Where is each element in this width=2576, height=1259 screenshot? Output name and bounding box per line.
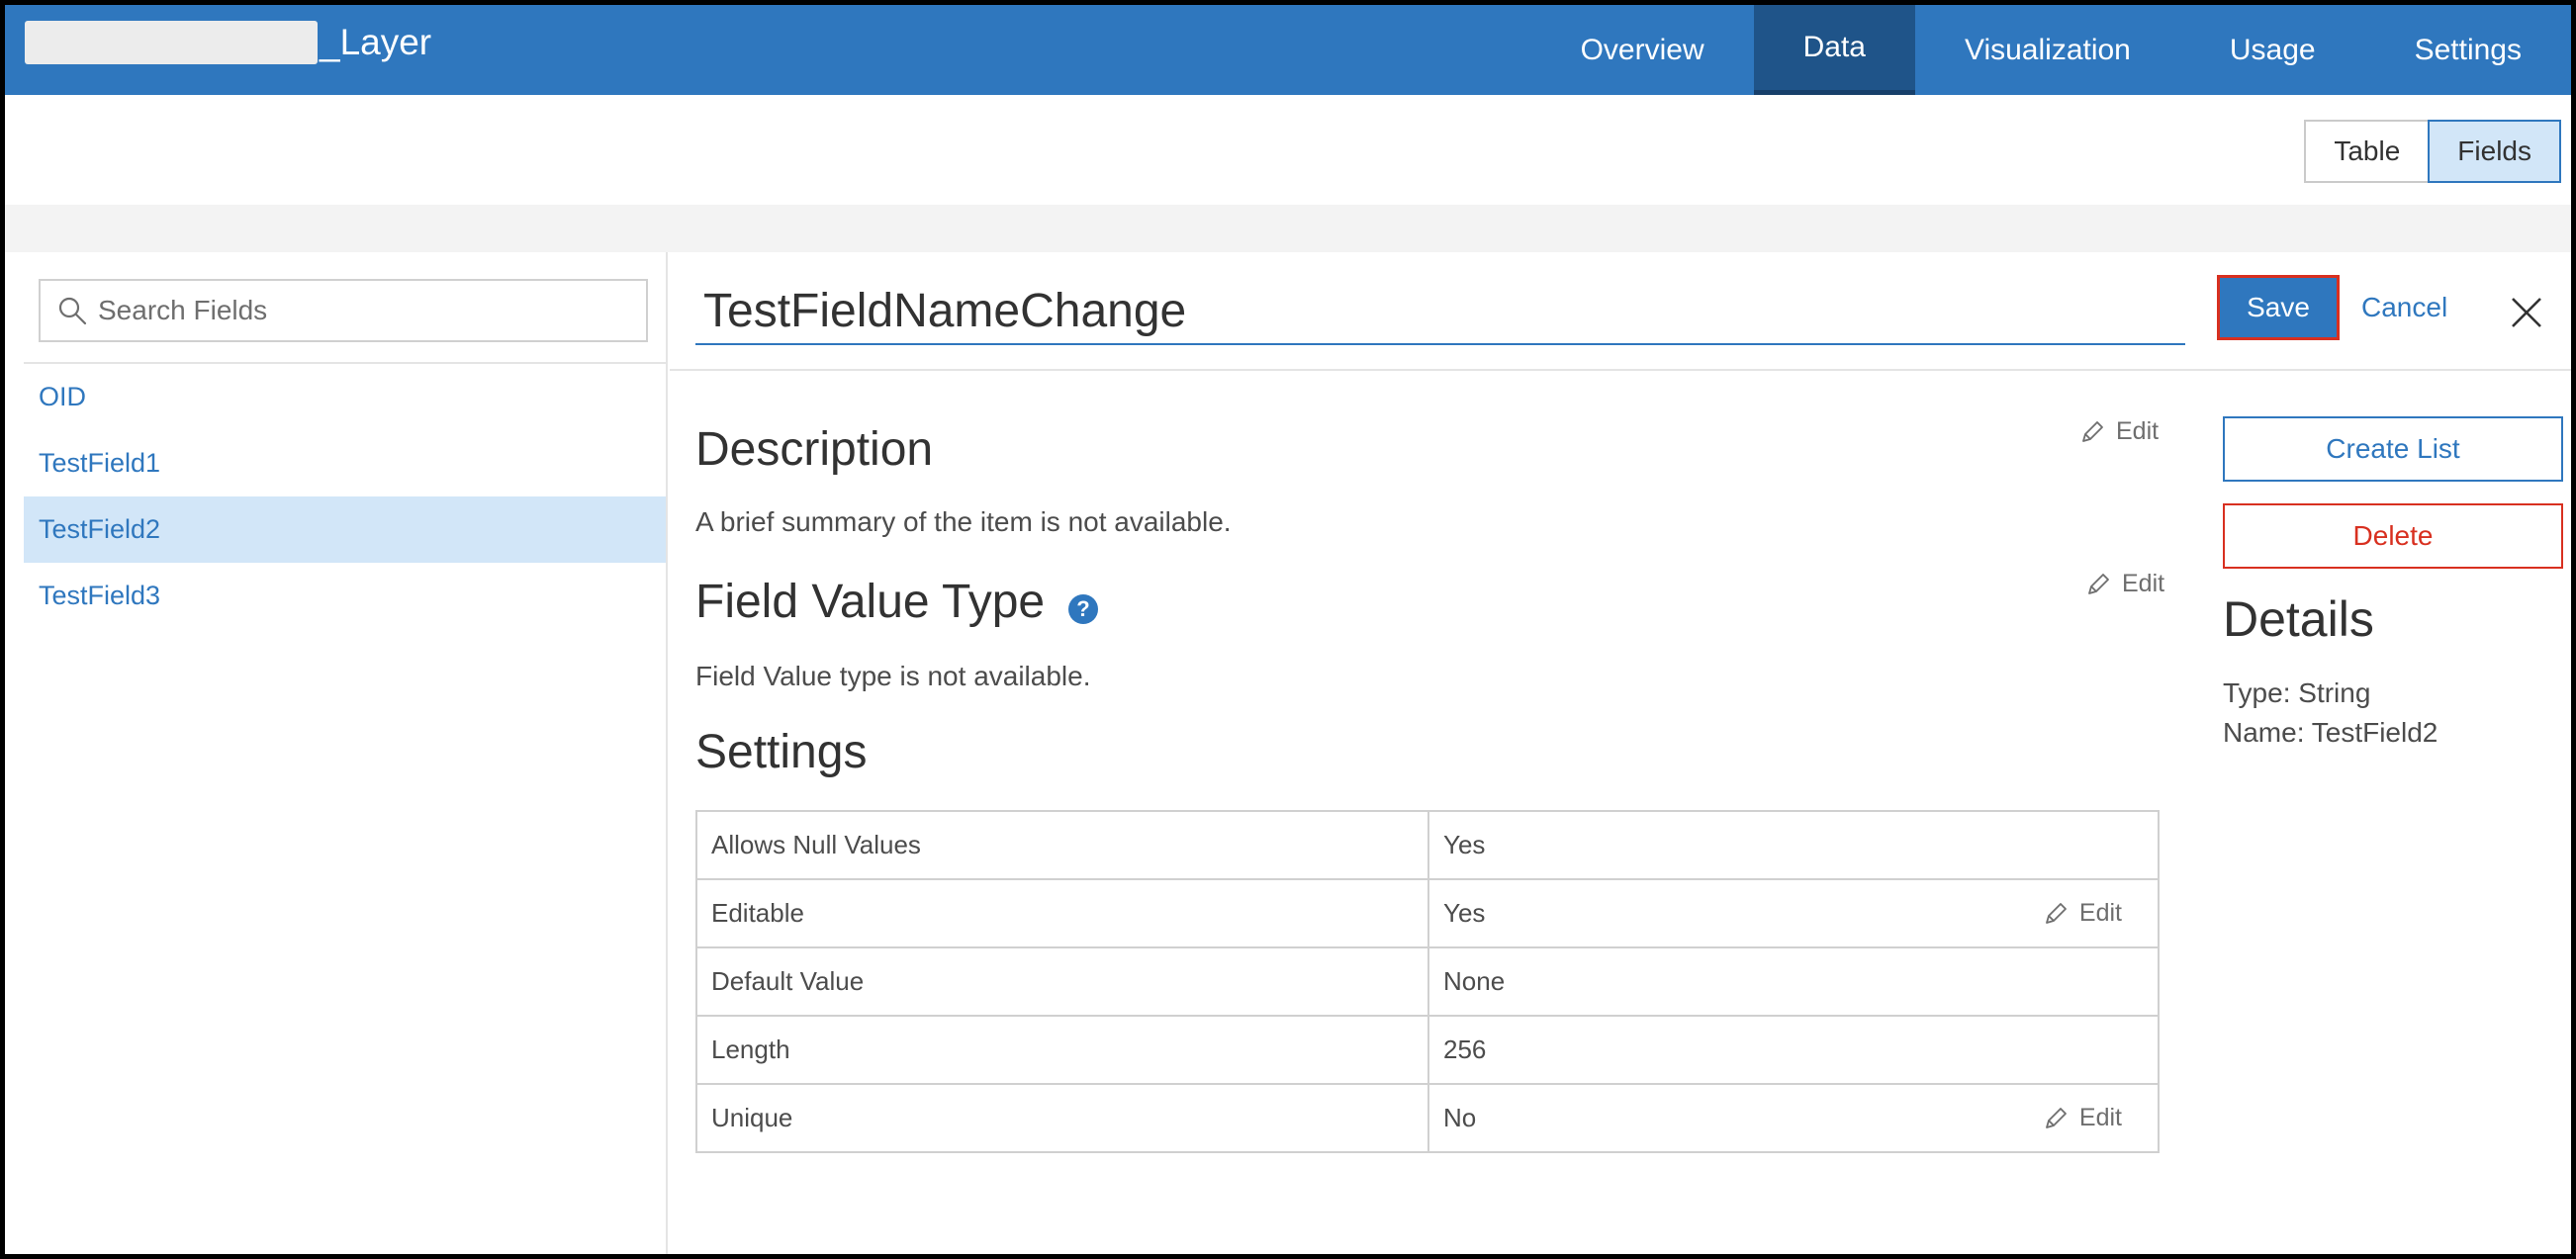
- field-value-type-text: Field Value type is not available.: [695, 661, 1091, 691]
- editable-edit-button[interactable]: Edit: [2042, 899, 2122, 928]
- field-item-oid[interactable]: OID: [24, 364, 666, 430]
- setting-value: None: [1427, 946, 2160, 1017]
- cancel-button[interactable]: Cancel: [2361, 292, 2447, 323]
- setting-value-text: 256: [1443, 1034, 1487, 1064]
- header-divider: [670, 369, 2571, 371]
- settings-table: Allows Null Values Yes Editable Yes Edit…: [695, 810, 2160, 1153]
- content-separator: [5, 205, 2571, 252]
- edit-label: Edit: [2078, 899, 2122, 927]
- settings-heading: Settings: [695, 726, 868, 778]
- edit-label: Edit: [2116, 417, 2160, 445]
- table-row: Unique No Edit: [695, 1083, 2160, 1153]
- table-row: Default Value None: [695, 946, 2160, 1017]
- top-navigation-bar: _Layer Overview Data Visualization Usage…: [5, 5, 2571, 95]
- fields-panel: OID TestField1 TestField2 TestField3: [24, 252, 668, 1254]
- setting-label: Default Value: [695, 946, 1429, 1017]
- setting-label: Unique: [695, 1083, 1429, 1153]
- help-icon[interactable]: ?: [1068, 594, 1098, 624]
- setting-value: 256: [1427, 1015, 2160, 1085]
- table-row: Allows Null Values Yes: [695, 810, 2160, 880]
- details-heading: Details: [2223, 591, 2374, 647]
- tab-settings[interactable]: Settings: [2365, 5, 2571, 95]
- detail-type: Type: String: [2223, 677, 2371, 708]
- description-heading: Description: [695, 423, 934, 476]
- setting-value-text: Yes: [1443, 830, 1486, 859]
- fields-view-button[interactable]: Fields: [2428, 120, 2561, 183]
- tab-usage[interactable]: Usage: [2180, 5, 2365, 95]
- description-edit-button[interactable]: Edit: [2078, 417, 2159, 446]
- view-toggle: Table Fields: [2304, 120, 2561, 183]
- delete-field-button[interactable]: Delete: [2223, 503, 2563, 569]
- edit-label: Edit: [2078, 1104, 2122, 1131]
- field-item-testfield1[interactable]: TestField1: [24, 430, 666, 496]
- setting-label: Allows Null Values: [695, 810, 1429, 880]
- field-value-type-edit-button[interactable]: Edit: [2084, 570, 2164, 598]
- table-row: Length 256: [695, 1015, 2160, 1085]
- pencil-icon: [2082, 420, 2103, 442]
- app-window: _Layer Overview Data Visualization Usage…: [5, 5, 2571, 1254]
- setting-label: Length: [695, 1015, 1429, 1085]
- description-text: A brief summary of the item is not avail…: [695, 506, 1232, 537]
- redacted-title-block: [25, 21, 318, 64]
- table-row: Editable Yes Edit: [695, 878, 2160, 948]
- unique-edit-button[interactable]: Edit: [2042, 1104, 2122, 1132]
- field-item-testfield3[interactable]: TestField3: [24, 563, 666, 629]
- field-name-input[interactable]: [695, 278, 2185, 345]
- setting-value: Yes: [1427, 810, 2160, 880]
- tab-overview[interactable]: Overview: [1531, 5, 1754, 95]
- setting-value-text: None: [1443, 966, 1506, 996]
- field-item-testfield2[interactable]: TestField2: [24, 496, 666, 563]
- field-list: OID TestField1 TestField2 TestField3: [24, 362, 666, 629]
- setting-value-text: Yes: [1443, 898, 1486, 928]
- setting-label: Editable: [695, 878, 1429, 948]
- tab-data[interactable]: Data: [1753, 5, 1915, 95]
- detail-name: Name: TestField2: [2223, 717, 2438, 748]
- pencil-icon: [2046, 1107, 2067, 1128]
- edit-label: Edit: [2122, 570, 2165, 597]
- pencil-icon: [2088, 573, 2109, 594]
- table-view-button[interactable]: Table: [2304, 120, 2431, 183]
- save-button[interactable]: Save: [2217, 275, 2340, 340]
- search-field-box: [39, 279, 648, 342]
- item-title: _Layer: [320, 22, 432, 62]
- field-detail-panel: Save Cancel Description Edit A brief sum…: [670, 252, 2571, 1254]
- tab-visualization[interactable]: Visualization: [1915, 5, 2180, 95]
- setting-value: Yes Edit: [1427, 878, 2160, 948]
- item-tabs: Overview Data Visualization Usage Settin…: [1531, 5, 2571, 95]
- search-icon: [58, 297, 87, 325]
- close-icon[interactable]: [2510, 296, 2543, 329]
- field-value-type-heading: Field Value Type: [695, 576, 1046, 628]
- setting-value-text: No: [1443, 1103, 1477, 1132]
- create-list-button[interactable]: Create List: [2223, 416, 2563, 482]
- pencil-icon: [2046, 902, 2067, 924]
- setting-value: No Edit: [1427, 1083, 2160, 1153]
- search-fields-input[interactable]: [98, 281, 642, 340]
